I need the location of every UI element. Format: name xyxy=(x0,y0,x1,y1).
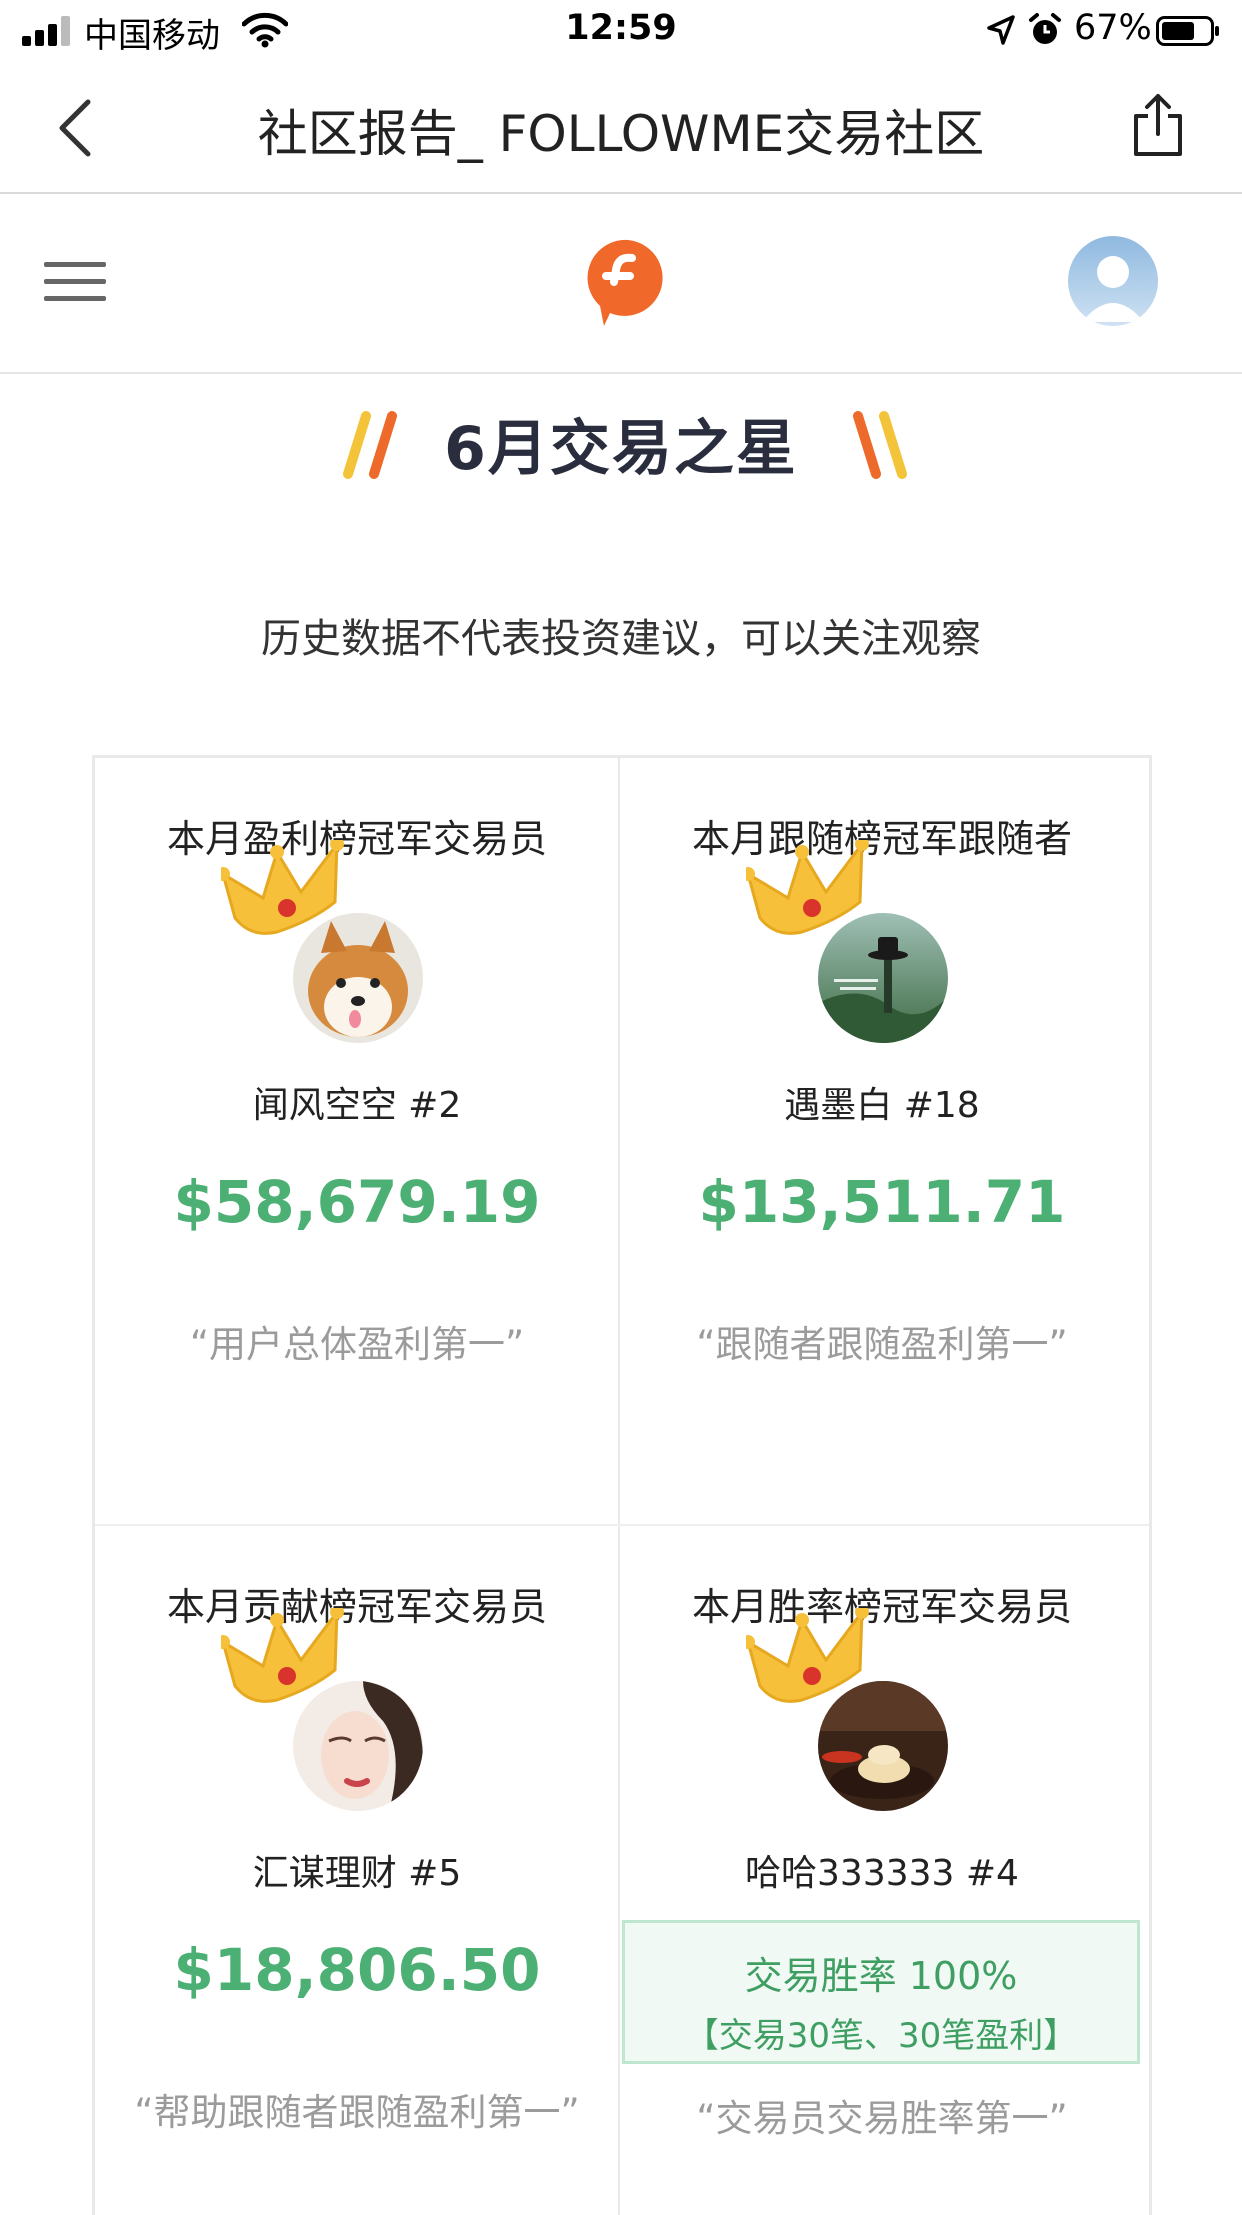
crown-icon xyxy=(746,840,869,935)
battery-percent: 67% xyxy=(1074,8,1152,48)
card-quote: “交易员交易胜率第一” xyxy=(696,2097,1068,2140)
crown-icon xyxy=(221,1608,344,1703)
trader-name[interactable]: 遇墨白 #18 xyxy=(620,1076,1144,1128)
profit-amount: $13,511.71 xyxy=(698,1168,1066,1236)
banner-title: 6月交易之星 xyxy=(444,414,798,484)
crown-icon xyxy=(746,1608,869,1703)
location-arrow-icon xyxy=(987,15,1015,45)
profit-amount: $18,806.50 xyxy=(173,1936,541,2004)
win-detail-text: 【交易30笔、30笔盈利】 xyxy=(684,2016,1078,2056)
alarm-clock-icon xyxy=(1029,13,1061,44)
card-quote: “用户总体盈利第一” xyxy=(189,1323,525,1366)
disclaimer-text: 历史数据不代表投资建议，可以关注观察 xyxy=(261,616,981,662)
win-rate-text: 交易胜率 100% xyxy=(744,1954,1018,1998)
trader-name[interactable]: 闻风空空 #2 xyxy=(95,1076,619,1128)
battery-icon xyxy=(1156,16,1219,46)
card-winrate-champion[interactable]: 本月胜率榜冠军交易员 哈哈333333 #4 交易胜率 100% 【交易30笔、… xyxy=(620,1526,1144,2208)
card-quote: “跟随者跟随盈利第一” xyxy=(696,1323,1068,1366)
crown-icon xyxy=(221,840,344,935)
card-profit-champion[interactable]: 本月盈利榜冠军交易员 闻风空空 #2 $58,679.19 “用户总体盈利第一” xyxy=(95,758,619,1524)
header-divider xyxy=(0,372,1242,374)
card-contribution-champion[interactable]: 本月贡献榜冠军交易员 汇谋理财 #5 $18,806.50 “帮助跟随者跟随盈利… xyxy=(95,1526,619,2208)
followme-logo-icon[interactable] xyxy=(580,236,664,328)
slash-decoration-right xyxy=(853,411,907,479)
user-avatar-icon[interactable] xyxy=(1068,236,1158,326)
status-bar: 中国移动 12:59 67% xyxy=(0,0,1242,62)
page-title: 社区报告_ FOLLOWME交易社区 xyxy=(257,105,985,163)
trader-name[interactable]: 哈哈333333 #4 xyxy=(620,1844,1144,1896)
win-rate-box: 交易胜率 100% 【交易30笔、30笔盈利】 xyxy=(622,1920,1140,2064)
card-follow-champion[interactable]: 本月跟随榜冠军跟随者 遇墨白 #18 $13,511.71 “跟随者跟随盈利第一… xyxy=(620,758,1144,1524)
menu-hamburger-icon[interactable] xyxy=(44,262,106,302)
card-quote: “帮助跟随者跟随盈利第一” xyxy=(134,2091,580,2134)
profit-amount: $58,679.19 xyxy=(173,1168,541,1236)
trader-name[interactable]: 汇谋理财 #5 xyxy=(95,1844,619,1896)
share-icon[interactable] xyxy=(1130,92,1186,158)
